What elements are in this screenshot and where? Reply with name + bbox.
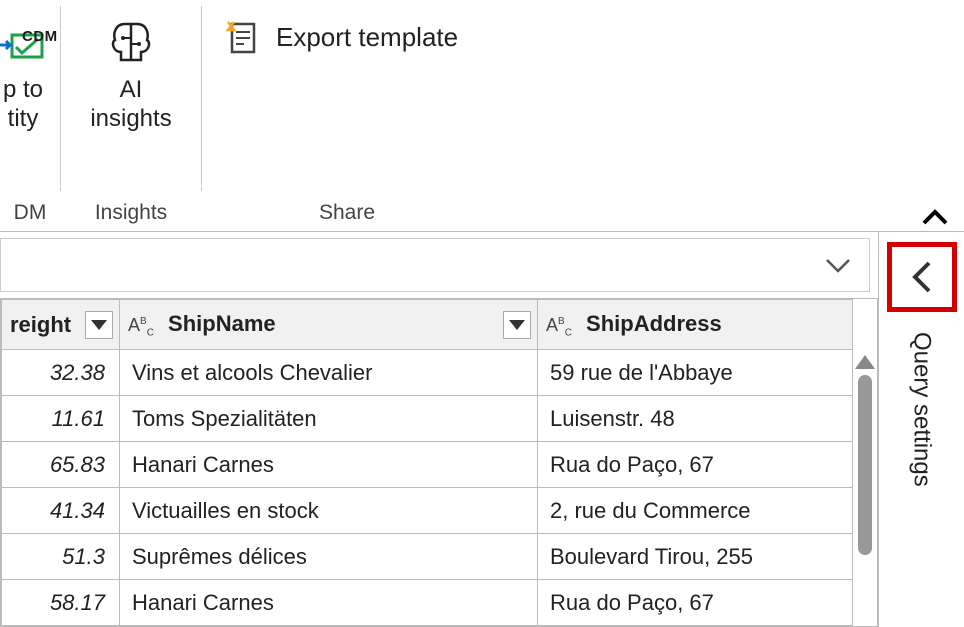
cell-freight[interactable]: 41.34 — [2, 488, 120, 534]
map-to-entity-label-1: p to — [3, 76, 43, 105]
query-settings-panel: Query settings — [878, 232, 964, 627]
export-template-label: Export template — [276, 22, 458, 53]
cell-shipname[interactable]: Suprêmes délices — [120, 534, 538, 580]
cell-freight[interactable]: 58.17 — [2, 580, 120, 626]
chevron-left-icon — [907, 259, 937, 295]
export-template-icon — [224, 18, 262, 56]
table-row[interactable]: 58.17 Hanari Carnes Rua do Paço, 67 — [2, 580, 853, 626]
cell-shipname[interactable]: Hanari Carnes — [120, 442, 538, 488]
text-type-icon: ABC — [546, 315, 572, 335]
formula-bar[interactable] — [0, 238, 870, 292]
cell-shipname[interactable]: Victuailles en stock — [120, 488, 538, 534]
ribbon-group-cdm: CDM p to tity DM — [0, 0, 60, 231]
cell-shipaddress[interactable]: Luisenstr. 48 — [538, 396, 853, 442]
formula-expand-button[interactable] — [823, 255, 853, 275]
column-header-freight[interactable]: reight — [2, 300, 120, 350]
table-body: 32.38 Vins et alcools Chevalier 59 rue d… — [2, 350, 853, 626]
expand-query-settings-button[interactable] — [887, 242, 957, 312]
data-table-wrap: reight ABC ShipName ABC ShipAddress — [0, 298, 878, 627]
query-settings-label[interactable]: Query settings — [908, 332, 936, 487]
ribbon-group-label-insights: Insights — [61, 201, 201, 225]
table-row[interactable]: 11.61 Toms Spezialitäten Luisenstr. 48 — [2, 396, 853, 442]
ai-insights-label-2: insights — [90, 105, 171, 134]
column-name: ShipName — [168, 311, 276, 336]
cell-shipaddress[interactable]: 2, rue du Commerce — [538, 488, 853, 534]
cell-shipaddress[interactable]: Boulevard Tirou, 255 — [538, 534, 853, 580]
ai-insights-button[interactable]: AI insights — [84, 10, 177, 138]
collapse-ribbon-button[interactable] — [920, 207, 950, 227]
vertical-scrollbar[interactable] — [855, 355, 875, 626]
cell-shipname[interactable]: Vins et alcools Chevalier — [120, 350, 538, 396]
column-name: reight — [10, 312, 71, 337]
scroll-up-arrow-icon[interactable] — [855, 355, 875, 369]
map-to-entity-label-2: tity — [8, 105, 39, 134]
cdm-badge: CDM — [22, 28, 58, 45]
cell-shipname[interactable]: Toms Spezialitäten — [120, 396, 538, 442]
table-row[interactable]: 41.34 Victuailles en stock 2, rue du Com… — [2, 488, 853, 534]
cell-shipaddress[interactable]: 59 rue de l'Abbaye — [538, 350, 853, 396]
table-header-row: reight ABC ShipName ABC ShipAddress — [2, 300, 853, 350]
column-filter-button[interactable] — [503, 311, 531, 339]
column-filter-button[interactable] — [85, 311, 113, 339]
chevron-up-icon — [920, 207, 950, 227]
ribbon-group-label-cdm: DM — [0, 201, 60, 225]
column-header-shipaddress[interactable]: ABC ShipAddress — [538, 300, 853, 350]
table-row[interactable]: 51.3 Suprêmes délices Boulevard Tirou, 2… — [2, 534, 853, 580]
cell-freight[interactable]: 11.61 — [2, 396, 120, 442]
cell-freight[interactable]: 65.83 — [2, 442, 120, 488]
brain-icon — [103, 14, 159, 70]
ribbon-group-label-share: Share — [202, 201, 492, 225]
ai-insights-label-1: AI — [120, 76, 143, 105]
table-row[interactable]: 65.83 Hanari Carnes Rua do Paço, 67 — [2, 442, 853, 488]
ribbon-group-share: Export template Share — [202, 0, 492, 231]
cell-shipaddress[interactable]: Rua do Paço, 67 — [538, 442, 853, 488]
table-row[interactable]: 32.38 Vins et alcools Chevalier 59 rue d… — [2, 350, 853, 396]
caret-down-icon — [509, 320, 525, 330]
export-template-button[interactable]: Export template — [216, 10, 458, 56]
cell-shipaddress[interactable]: Rua do Paço, 67 — [538, 580, 853, 626]
scroll-thumb[interactable] — [858, 375, 872, 555]
caret-down-icon — [91, 320, 107, 330]
column-name: ShipAddress — [586, 311, 722, 336]
text-type-icon: ABC — [128, 315, 154, 335]
chevron-down-icon — [823, 255, 853, 275]
cell-freight[interactable]: 51.3 — [2, 534, 120, 580]
column-header-shipname[interactable]: ABC ShipName — [120, 300, 538, 350]
cell-freight[interactable]: 32.38 — [2, 350, 120, 396]
ribbon-group-insights: AI insights Insights — [61, 0, 201, 231]
data-table: reight ABC ShipName ABC ShipAddress — [1, 299, 853, 626]
ribbon: CDM p to tity DM — [0, 0, 964, 232]
cell-shipname[interactable]: Hanari Carnes — [120, 580, 538, 626]
